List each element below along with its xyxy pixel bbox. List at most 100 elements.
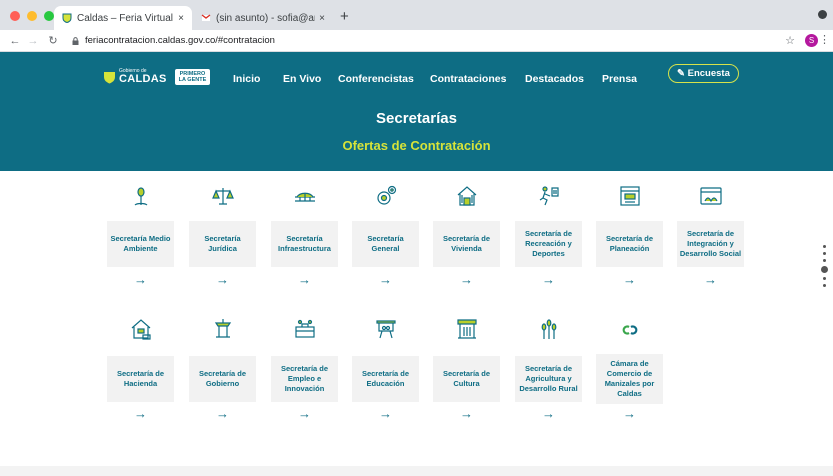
scales-icon [211, 188, 234, 205]
card-label: Cámara de Comercio de Manizales por Cald… [596, 354, 663, 404]
card-cultura[interactable]: Secretaría de Cultura → [433, 318, 500, 421]
card-label: Secretaría de Cultura [433, 356, 500, 402]
reload-icon[interactable]: ↻ [46, 34, 60, 47]
edit-icon: ✎ [677, 68, 685, 79]
section-dots-nav[interactable] [821, 245, 828, 291]
badge-line2: LA GENTE [178, 77, 207, 84]
maximize-window-button[interactable] [44, 11, 54, 21]
card-gobierno[interactable]: Secretaría de Gobierno → [189, 318, 256, 421]
arrow-icon[interactable]: → [352, 272, 419, 287]
browser-window-icon [699, 187, 722, 205]
dot[interactable] [823, 277, 826, 280]
nav-inicio[interactable]: Inicio [233, 73, 260, 85]
theater-icon [456, 319, 477, 339]
arrow-icon[interactable]: → [352, 406, 419, 421]
card-infraestructura[interactable]: Secretaría Infraestructura → [271, 185, 338, 287]
browser-indicator-icon [818, 10, 827, 19]
lock-icon [72, 36, 79, 45]
nav-prensa[interactable]: Prensa [602, 73, 637, 85]
url-text: feriacontratacion.caldas.gov.co/#contrat… [85, 35, 275, 46]
card-general[interactable]: Secretaría General → [352, 185, 419, 287]
card-planeacion[interactable]: Secretaría de Planeación → [596, 185, 663, 287]
card-label: Secretaría Infraestructura [271, 221, 338, 267]
card-label: Secretaría Medio Ambiente [107, 221, 174, 267]
dot[interactable] [823, 245, 826, 248]
forward-arrow-icon[interactable]: → [26, 35, 40, 47]
new-tab-button[interactable]: + [340, 8, 349, 25]
close-tab-icon[interactable]: × [178, 13, 184, 24]
minimize-window-button[interactable] [27, 11, 37, 21]
runner-icon [539, 186, 559, 206]
dot[interactable] [823, 259, 826, 262]
site-header: Gobierno de CALDAS PRIMERO LA GENTE Inic… [0, 52, 833, 171]
card-empleo[interactable]: Secretaría de Empleo e Innovación → [271, 318, 338, 421]
card-hacienda[interactable]: Secretaría de Hacienda → [107, 318, 174, 421]
card-camara-comercio[interactable]: Cámara de Comercio de Manizales por Cald… [596, 318, 663, 421]
logo-text: Gobierno de CALDAS [119, 69, 167, 85]
nav-en-vivo[interactable]: En Vivo [283, 73, 321, 85]
window-controls[interactable] [10, 11, 54, 21]
arrow-icon[interactable]: → [677, 272, 744, 287]
card-label: Secretaría de Gobierno [189, 356, 256, 402]
chamber-logo-icon [622, 325, 637, 335]
blueprint-icon [619, 186, 640, 206]
card-recreacion[interactable]: Secretaría de Recreación y Deportes → [515, 185, 582, 287]
browser-tab-strip: Caldas – Feria Virtual de la Co × (sin a… [0, 0, 833, 30]
card-label: Secretaría de Educación [352, 356, 419, 402]
nav-contrataciones[interactable]: Contrataciones [430, 73, 506, 85]
arrow-icon[interactable]: → [433, 406, 500, 421]
page-subtitle: Ofertas de Contratación [342, 138, 491, 153]
arrow-icon[interactable]: → [271, 272, 338, 287]
podium-icon [214, 319, 231, 338]
card-integracion[interactable]: Secretaría de Integración y Desarrollo S… [677, 185, 744, 287]
gears-icon [376, 185, 396, 205]
page-title: Secretarías [376, 110, 457, 127]
arrow-icon[interactable]: → [596, 272, 663, 287]
card-label: Secretaría General [352, 221, 419, 267]
caldas-shield-icon [104, 71, 115, 84]
browser-toolbar: ← → ↻ feriacontratacion.caldas.gov.co/#c… [0, 30, 833, 52]
card-label: Secretaría de Empleo e Innovación [271, 356, 338, 402]
briefcase-people-icon [294, 319, 315, 338]
arrow-icon[interactable]: → [271, 406, 338, 421]
card-juridica[interactable]: Secretaría Jurídica → [189, 185, 256, 287]
card-label: Secretaría de Integración y Desarrollo S… [677, 221, 744, 267]
gobierno-caldas-logo[interactable]: Gobierno de CALDAS PRIMERO LA GENTE [103, 69, 211, 86]
nav-destacados[interactable]: Destacados [525, 73, 584, 85]
arrow-icon[interactable]: → [189, 406, 256, 421]
arrow-icon[interactable]: → [596, 406, 663, 421]
arrow-icon[interactable]: → [515, 272, 582, 287]
arrow-icon[interactable]: → [433, 272, 500, 287]
bookmark-star-icon[interactable]: ☆ [785, 34, 795, 47]
encuesta-button[interactable]: ✎ Encuesta [668, 64, 739, 83]
logo-big-text: CALDAS [119, 73, 167, 86]
card-label: Secretaría de Agricultura y Desarrollo R… [515, 356, 582, 402]
tab-title: Caldas – Feria Virtual de la Co [77, 12, 174, 24]
arrow-icon[interactable]: → [189, 272, 256, 287]
card-educacion[interactable]: Secretaría de Educación → [352, 318, 419, 421]
arrow-icon[interactable]: → [515, 406, 582, 421]
back-arrow-icon[interactable]: ← [8, 35, 22, 47]
card-medio-ambiente[interactable]: Secretaría Medio Ambiente → [107, 185, 174, 287]
bank-house-icon [131, 319, 151, 340]
dot-active[interactable] [821, 266, 828, 273]
card-agricultura[interactable]: Secretaría de Agricultura y Desarrollo R… [515, 318, 582, 421]
card-label: Secretaría de Vivienda [433, 221, 500, 267]
plant-icon [134, 187, 147, 206]
encuesta-label: Encuesta [687, 68, 730, 79]
arrow-icon[interactable]: → [107, 272, 174, 287]
browser-menu-icon[interactable]: ⋮ [819, 33, 830, 46]
close-window-button[interactable] [10, 11, 20, 21]
browser-tab-caldas[interactable]: Caldas – Feria Virtual de la Co × [54, 6, 192, 30]
card-vivienda[interactable]: Secretaría de Vivienda → [433, 185, 500, 287]
browser-tab-gmail[interactable]: (sin asunto) - sofia@amcoppic × [193, 6, 333, 30]
dot[interactable] [823, 252, 826, 255]
card-label: Secretaría de Planeación [596, 221, 663, 267]
arrow-icon[interactable]: → [107, 406, 174, 421]
address-bar[interactable]: feriacontratacion.caldas.gov.co/#contrat… [72, 35, 275, 46]
footer-strip [0, 466, 833, 476]
dot[interactable] [823, 284, 826, 287]
nav-conferencistas[interactable]: Conferencistas [338, 73, 414, 85]
close-tab-icon[interactable]: × [319, 13, 325, 24]
profile-avatar[interactable]: S [805, 34, 818, 47]
